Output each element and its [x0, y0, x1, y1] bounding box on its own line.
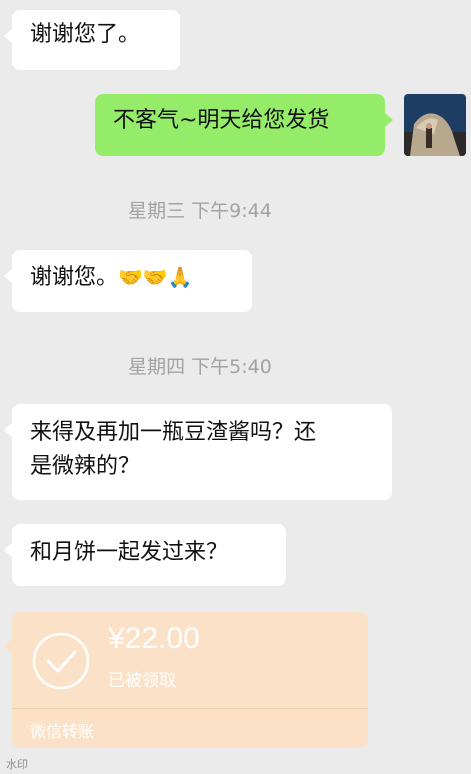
check-circle-icon — [32, 632, 90, 690]
incoming-message-bubble[interactable]: 谢谢您了。 — [4, 10, 180, 70]
message-text: 谢谢您了。 — [30, 22, 141, 47]
message-text-line: 是微辣的？ — [30, 454, 141, 479]
wechat-transfer-card[interactable]: ¥22.00 已被领取 微信转账 — [4, 612, 368, 748]
watermark: 水印 — [6, 758, 28, 771]
outgoing-message-bubble[interactable]: 不客气~明天给您发货 — [95, 94, 393, 156]
emoji-handshake-icon: 🤝🤝🙏 — [118, 265, 193, 289]
transfer-label: 微信转账 — [30, 722, 95, 741]
user-avatar[interactable] — [404, 94, 466, 156]
divider — [12, 708, 368, 709]
message-text: 不客气~明天给您发货 — [113, 108, 330, 133]
transfer-amount: ¥22.00 — [108, 622, 200, 655]
message-text-line: 来得及再加一瓶豆渣酱吗？还 — [30, 420, 317, 445]
incoming-message-bubble[interactable]: 和月饼一起发过来？ — [4, 524, 286, 586]
timestamp: 星期三 下午9:44 — [128, 200, 272, 222]
avatar-photo-icon — [404, 94, 466, 156]
message-text: 和月饼一起发过来？ — [30, 540, 229, 565]
incoming-message-bubble[interactable]: 来得及再加一瓶豆渣酱吗？还 是微辣的？ — [4, 404, 392, 500]
timestamp: 星期四 下午5:40 — [128, 356, 272, 378]
message-text: 谢谢您。 — [30, 265, 119, 290]
transfer-status: 已被领取 — [108, 671, 176, 691]
incoming-message-bubble[interactable]: 谢谢您。🤝🤝🙏 — [4, 250, 252, 312]
